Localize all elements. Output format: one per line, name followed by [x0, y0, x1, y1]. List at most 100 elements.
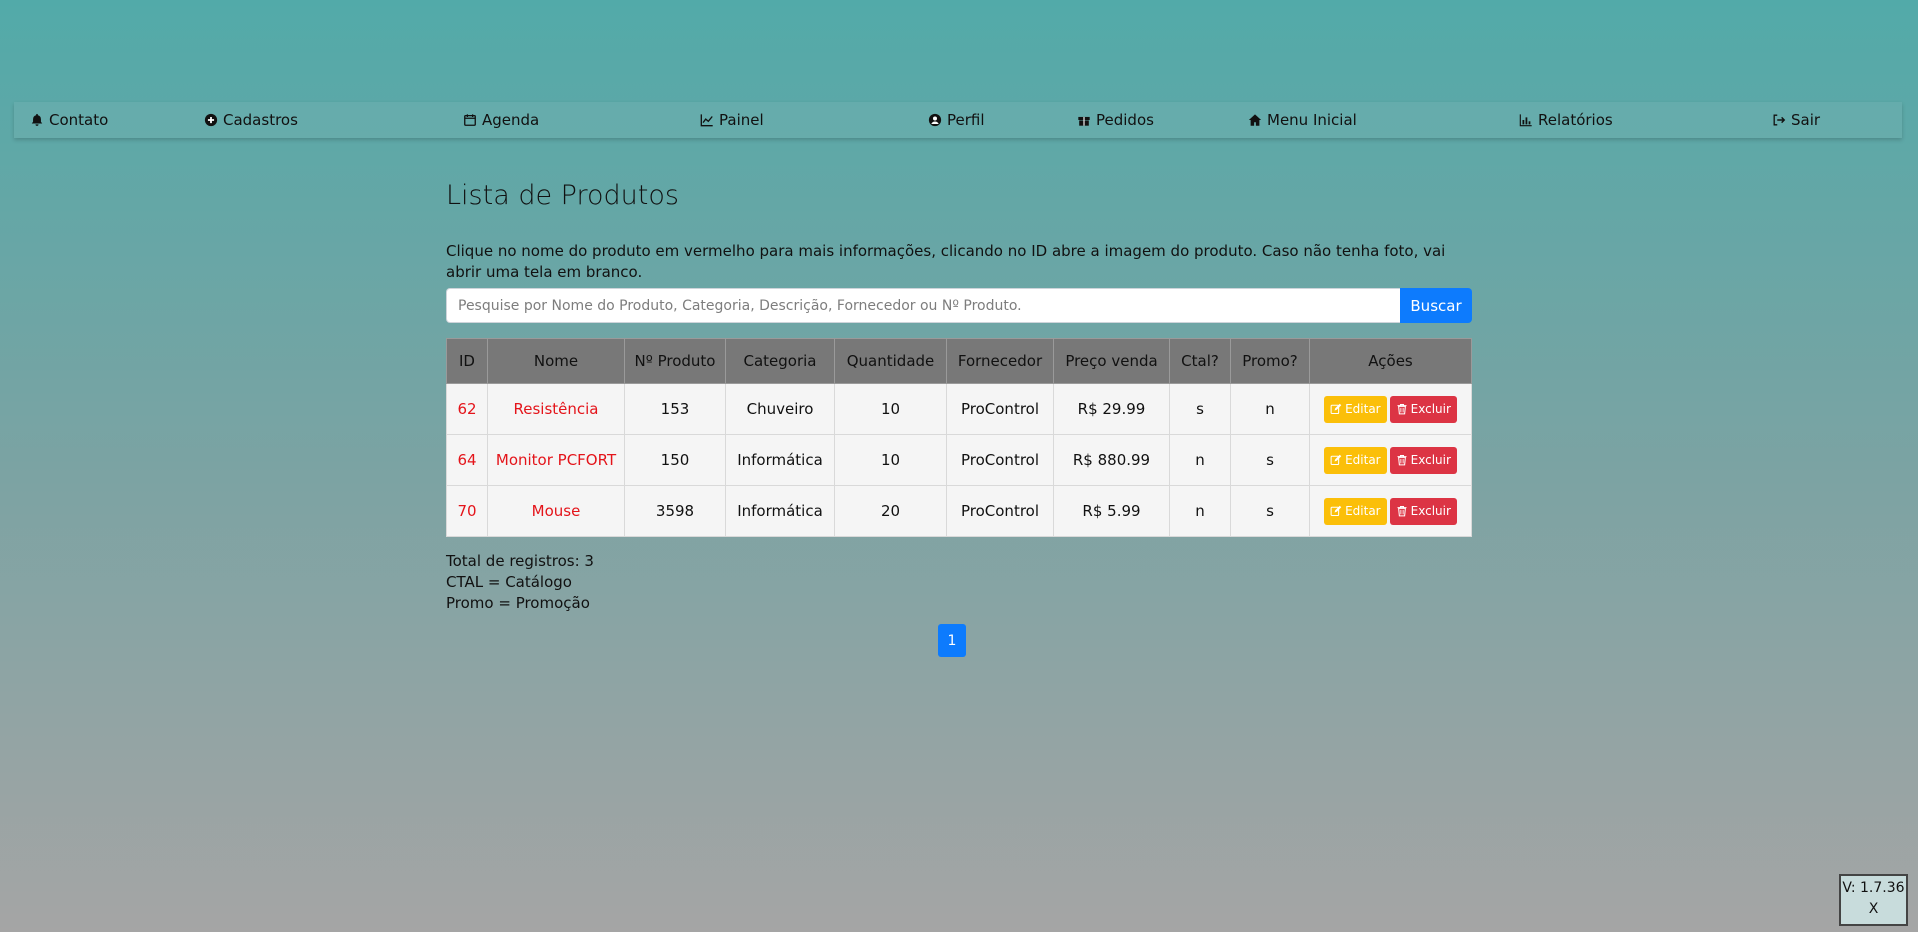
- product-id-link[interactable]: 70: [446, 485, 488, 537]
- edit-button-label: Editar: [1345, 504, 1381, 518]
- product-actions: Editar Excluir: [1309, 485, 1472, 537]
- edit-icon: [1330, 403, 1342, 415]
- nav-agenda[interactable]: Agenda: [463, 102, 539, 138]
- edit-button-label: Editar: [1345, 453, 1381, 467]
- footer-notes: Total de registros: 3 CTAL = Catálogo Pr…: [446, 551, 1472, 614]
- products-table: ID Nome Nº Produto Categoria Quantidade …: [446, 338, 1472, 537]
- nav-painel-label: Painel: [719, 111, 764, 129]
- trash-icon: [1397, 403, 1407, 415]
- product-ctal: s: [1169, 383, 1231, 435]
- nav-perfil[interactable]: Perfil: [928, 102, 985, 138]
- product-supplier: ProControl: [946, 434, 1054, 486]
- trash-icon: [1397, 454, 1407, 466]
- gift-icon: [1078, 116, 1090, 126]
- product-promo: n: [1230, 383, 1310, 435]
- product-ctal: n: [1169, 434, 1231, 486]
- product-category: Informática: [725, 485, 835, 537]
- edit-button-label: Editar: [1345, 402, 1381, 416]
- nav-pedidos[interactable]: Pedidos: [1077, 102, 1154, 138]
- product-ctal: n: [1169, 485, 1231, 537]
- nav-cadastros[interactable]: Cadastros: [204, 102, 298, 138]
- delete-button-label: Excluir: [1410, 504, 1451, 518]
- search-input[interactable]: [446, 288, 1400, 323]
- product-actions: Editar Excluir: [1309, 434, 1472, 486]
- plus-circle-icon: [204, 113, 218, 127]
- product-name-link[interactable]: Monitor PCFORT: [487, 434, 625, 486]
- col-header-nome: Nome: [487, 338, 625, 384]
- delete-button[interactable]: Excluir: [1389, 497, 1457, 525]
- line-chart-icon: [700, 114, 713, 127]
- nav-painel[interactable]: Painel: [700, 102, 764, 138]
- edit-button[interactable]: Editar: [1324, 446, 1387, 474]
- product-quantity: 10: [834, 434, 947, 486]
- nav-contato-label: Contato: [49, 111, 109, 129]
- search-bar: Buscar: [446, 288, 1472, 323]
- product-name-link[interactable]: Mouse: [487, 485, 625, 537]
- bell-icon: [31, 113, 43, 126]
- delete-button[interactable]: Excluir: [1389, 395, 1457, 423]
- col-header-preco: Preço venda: [1053, 338, 1170, 384]
- version-label: V: 1.7.36: [1842, 880, 1905, 896]
- nav-menu-inicial-label: Menu Inicial: [1267, 111, 1357, 129]
- col-header-promo: Promo?: [1230, 338, 1310, 384]
- product-promo: s: [1230, 434, 1310, 486]
- home-icon: [1248, 114, 1262, 126]
- calendar-icon: [464, 114, 476, 126]
- col-header-ctal: Ctal?: [1169, 338, 1231, 384]
- pagination: 1: [446, 624, 1472, 657]
- delete-button[interactable]: Excluir: [1389, 446, 1457, 474]
- col-header-numero: Nº Produto: [624, 338, 726, 384]
- nav-menu-inicial[interactable]: Menu Inicial: [1248, 102, 1357, 138]
- edit-icon: [1330, 454, 1342, 466]
- main-content: Lista de Produtos Clique no nome do prod…: [446, 170, 1472, 657]
- product-category: Chuveiro: [725, 383, 835, 435]
- search-button[interactable]: Buscar: [1400, 288, 1472, 323]
- bar-chart-icon: [1519, 114, 1532, 127]
- table-row: 62 Resistência 153 Chuveiro 10 ProContro…: [446, 383, 1472, 435]
- col-header-id: ID: [446, 338, 488, 384]
- table-row: 70 Mouse 3598 Informática 20 ProControl …: [446, 485, 1472, 537]
- edit-icon: [1330, 505, 1342, 517]
- product-price: R$ 5.99: [1053, 485, 1170, 537]
- ctal-note: CTAL = Catálogo: [446, 573, 572, 591]
- product-name-link[interactable]: Resistência: [487, 383, 625, 435]
- edit-button[interactable]: Editar: [1324, 395, 1387, 423]
- nav-agenda-label: Agenda: [482, 111, 540, 129]
- version-box: V: 1.7.36 X: [1839, 874, 1908, 926]
- delete-button-label: Excluir: [1410, 402, 1451, 416]
- nav-pedidos-label: Pedidos: [1096, 111, 1154, 129]
- table-row: 64 Monitor PCFORT 150 Informática 10 Pro…: [446, 434, 1472, 486]
- nav-sair-label: Sair: [1791, 111, 1821, 129]
- edit-button[interactable]: Editar: [1324, 497, 1387, 525]
- col-header-categoria: Categoria: [725, 338, 835, 384]
- product-supplier: ProControl: [946, 383, 1054, 435]
- product-quantity: 20: [834, 485, 947, 537]
- product-supplier: ProControl: [946, 485, 1054, 537]
- product-number: 150: [624, 434, 726, 486]
- product-id-link[interactable]: 64: [446, 434, 488, 486]
- page-button-current[interactable]: 1: [938, 624, 966, 657]
- nav-contato[interactable]: Contato: [30, 102, 108, 138]
- nav-sair[interactable]: Sair: [1772, 102, 1820, 138]
- top-navbar: Contato Cadastros Agenda Painel Perfil P…: [14, 102, 1902, 138]
- product-actions: Editar Excluir: [1309, 383, 1472, 435]
- trash-icon: [1397, 505, 1407, 517]
- user-circle-icon: [928, 113, 942, 127]
- product-id-link[interactable]: 62: [446, 383, 488, 435]
- nav-perfil-label: Perfil: [947, 111, 985, 129]
- promo-note: Promo = Promoção: [446, 594, 590, 612]
- nav-cadastros-label: Cadastros: [223, 111, 298, 129]
- nav-relatorios[interactable]: Relatórios: [1519, 102, 1613, 138]
- version-close-button[interactable]: X: [1841, 899, 1906, 920]
- total-records: Total de registros: 3: [446, 552, 594, 570]
- product-price: R$ 880.99: [1053, 434, 1170, 486]
- table-header-row: ID Nome Nº Produto Categoria Quantidade …: [446, 338, 1472, 384]
- col-header-fornecedor: Fornecedor: [946, 338, 1054, 384]
- col-header-quantidade: Quantidade: [834, 338, 947, 384]
- product-category: Informática: [725, 434, 835, 486]
- product-price: R$ 29.99: [1053, 383, 1170, 435]
- nav-relatorios-label: Relatórios: [1538, 111, 1613, 129]
- product-quantity: 10: [834, 383, 947, 435]
- product-number: 153: [624, 383, 726, 435]
- product-promo: s: [1230, 485, 1310, 537]
